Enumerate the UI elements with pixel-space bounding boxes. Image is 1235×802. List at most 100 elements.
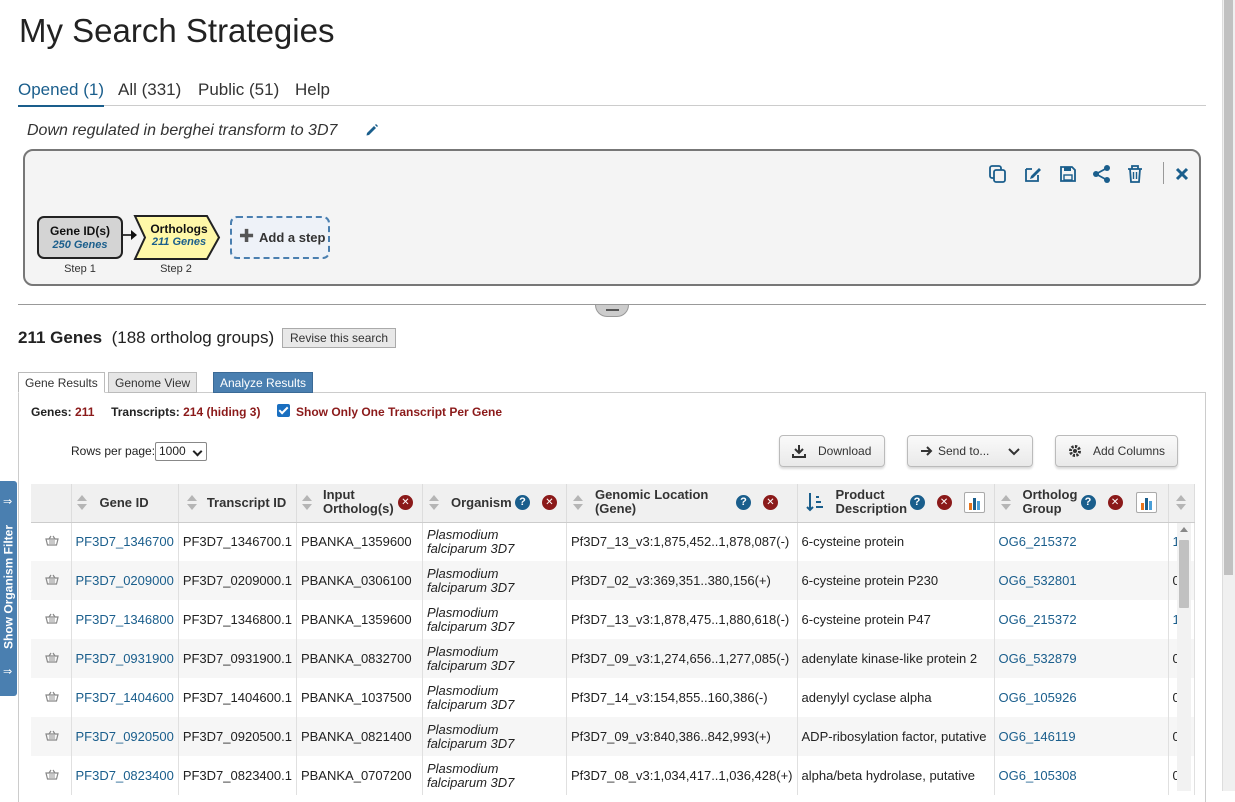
tab-all[interactable]: All (331)	[118, 80, 181, 105]
ortholog-group-link[interactable]: OG6_105926	[999, 690, 1077, 705]
gene-id-link[interactable]: PF3D7_0931900	[76, 651, 174, 666]
column-header-product-description[interactable]: Product Description ? ✕	[797, 484, 995, 523]
sort-icon[interactable]	[76, 495, 87, 511]
ortholog-group-header-line2: Group	[1022, 501, 1062, 516]
tab-genome-view[interactable]: Genome View	[108, 372, 198, 393]
remove-column-icon[interactable]: ✕	[936, 495, 952, 510]
gene-id-cell: PF3D7_1346700	[71, 522, 179, 561]
copy-icon[interactable]	[987, 163, 1009, 185]
collapse-handle[interactable]	[595, 305, 629, 317]
help-icon[interactable]: ?	[1080, 495, 1096, 510]
basket-icon[interactable]	[45, 651, 59, 663]
basket-icon[interactable]	[45, 612, 59, 624]
remove-column-icon[interactable]: ✕	[397, 495, 413, 510]
download-button[interactable]: Download	[779, 435, 885, 467]
basket-icon[interactable]	[45, 534, 59, 546]
remove-column-icon[interactable]: ✕	[541, 495, 557, 510]
save-icon[interactable]	[1057, 163, 1079, 185]
bar-chart-icon[interactable]	[963, 492, 985, 513]
remove-column-icon[interactable]: ✕	[762, 495, 778, 510]
input-orthologs-header-line2: Ortholog(s)	[322, 501, 394, 516]
step-1-box[interactable]: Gene ID(s) 250 Genes	[37, 216, 123, 259]
gene-id-link[interactable]: PF3D7_0823400	[76, 768, 174, 783]
tab-opened[interactable]: Opened (1)	[18, 80, 104, 107]
tab-analyze-results[interactable]: Analyze Results	[213, 372, 314, 393]
sort-icon[interactable]	[1175, 495, 1186, 511]
column-header-organism[interactable]: Organism ? ✕	[422, 484, 567, 523]
sort-icon[interactable]	[428, 495, 439, 511]
ortholog-group-link[interactable]: OG6_215372	[999, 612, 1077, 627]
gene-id-link[interactable]: PF3D7_0920500	[76, 729, 174, 744]
close-icon[interactable]	[1171, 163, 1193, 185]
one-transcript-label[interactable]: Show Only One Transcript Per Gene	[296, 405, 502, 419]
pencil-icon[interactable]	[365, 123, 379, 137]
sort-ascending-icon[interactable]	[805, 492, 824, 512]
basket-cell	[31, 522, 72, 561]
step-1-count[interactable]: 250 Genes	[39, 239, 121, 251]
remove-column-icon[interactable]: ✕	[1107, 495, 1123, 510]
organism-filter-toggle[interactable]: ⇒ Show Organism Filter ⇒	[0, 481, 17, 696]
organism-cell: Plasmodium falciparum 3D7	[422, 678, 567, 717]
rows-per-page-select[interactable]: 1000	[155, 442, 207, 461]
arrow-right-icon	[921, 446, 933, 456]
gene-id-cell: PF3D7_1346800	[71, 600, 179, 639]
gene-id-link[interactable]: PF3D7_0209000	[76, 573, 174, 588]
page-scrollbar-thumb[interactable]	[1224, 0, 1233, 575]
ortholog-group-link[interactable]: OG6_532801	[999, 573, 1077, 588]
basket-icon[interactable]	[45, 729, 59, 741]
organism-line2: falciparum 3D7	[426, 774, 515, 790]
send-to-button[interactable]: Send to...	[907, 435, 1033, 467]
column-header-gene-id[interactable]: Gene ID	[71, 484, 179, 523]
revise-search-button[interactable]: Revise this search	[282, 328, 397, 348]
step-2-box[interactable]: Orthologs 211 Genes	[133, 214, 221, 261]
help-icon[interactable]: ?	[735, 495, 751, 510]
organism-cell: Plasmodium falciparum 3D7	[422, 600, 567, 639]
sort-icon[interactable]	[572, 495, 583, 511]
organism-text: Plasmodium falciparum 3D7	[427, 566, 562, 595]
column-header-ortholog-group[interactable]: Ortholog Group ? ✕	[994, 484, 1169, 523]
column-header-transcript-id[interactable]: Transcript ID	[178, 484, 297, 523]
product-description-cell: adenylyl cyclase alpha	[797, 678, 995, 717]
tab-gene-results[interactable]: Gene Results	[18, 372, 105, 393]
ortholog-group-link[interactable]: OG6_146119	[999, 729, 1076, 744]
ortholog-group-link[interactable]: OG6_105308	[999, 768, 1077, 783]
tab-help[interactable]: Help	[295, 80, 330, 105]
tab-public[interactable]: Public (51)	[198, 80, 279, 105]
table-scrollbar-thumb[interactable]	[1179, 540, 1189, 608]
help-icon[interactable]: ?	[909, 495, 925, 510]
scroll-up-icon[interactable]	[1180, 526, 1188, 532]
organism-line1: Plasmodium	[426, 526, 499, 542]
bar-chart-icon[interactable]	[1135, 492, 1157, 513]
share-icon[interactable]	[1091, 163, 1113, 185]
help-icon[interactable]: ?	[514, 495, 530, 510]
gene-id-link[interactable]: PF3D7_1346700	[76, 534, 174, 549]
ortholog-group-link[interactable]: OG6_532879	[999, 651, 1077, 666]
column-header-input-orthologs[interactable]: Input Ortholog(s) ✕	[296, 484, 423, 523]
ortholog-group-link[interactable]: OG6_215372	[999, 534, 1077, 549]
add-step-label: Add a step	[259, 230, 326, 245]
gene-id-link[interactable]: PF3D7_1404600	[76, 690, 174, 705]
basket-icon[interactable]	[45, 690, 59, 702]
basket-icon[interactable]	[45, 768, 59, 780]
column-header-extra[interactable]	[1168, 484, 1195, 523]
sort-icon[interactable]	[1000, 495, 1011, 511]
trash-icon[interactable]	[1124, 163, 1146, 185]
gene-id-link[interactable]: PF3D7_1346800	[76, 612, 174, 627]
toolbar-divider	[1163, 162, 1164, 184]
column-header-genomic-location[interactable]: Genomic Location (Gene) ? ✕	[566, 484, 798, 523]
edit-icon[interactable]	[1022, 163, 1044, 185]
genomic-location-cell: Pf3D7_09_v3:840,386..842,993(+)	[566, 717, 798, 756]
sort-icon[interactable]	[186, 495, 197, 511]
step-2-count[interactable]: 211 Genes	[141, 236, 217, 248]
transcripts-label: Transcripts:	[111, 405, 180, 419]
step-1-label: Step 1	[64, 263, 96, 275]
page-title: My Search Strategies	[19, 12, 335, 49]
transcript-id-cell: PF3D7_1346800.1	[178, 600, 297, 639]
sort-icon[interactable]	[301, 495, 312, 511]
organism-text: Plasmodium falciparum 3D7	[426, 526, 562, 556]
one-transcript-checkbox[interactable]	[277, 404, 290, 417]
ortholog-group-cell: OG6_146119	[994, 717, 1169, 756]
add-columns-button[interactable]: Add Columns	[1055, 435, 1178, 467]
basket-icon[interactable]	[45, 573, 59, 585]
add-step-button[interactable]: ✚ Add a step	[230, 216, 330, 259]
